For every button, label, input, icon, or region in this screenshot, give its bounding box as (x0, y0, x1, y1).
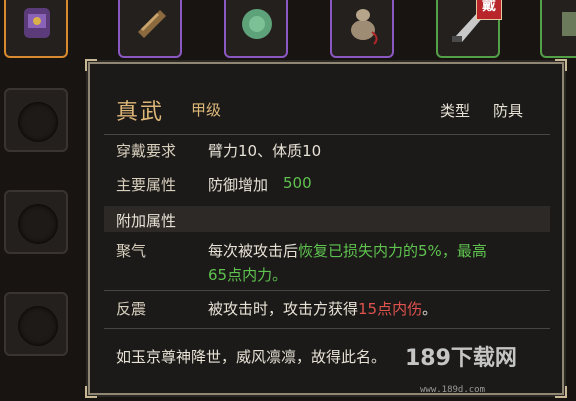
extra-attribute-desc: 每次被攻击后恢复已损失内力的5%，最高 (208, 240, 487, 261)
tooltip-corner (555, 386, 567, 398)
requirement-label: 穿戴要求 (116, 142, 177, 160)
inventory-slot-item[interactable] (540, 0, 576, 58)
divider (104, 290, 550, 291)
tooltip-corner (85, 386, 97, 398)
item-type-value: 防具 (493, 102, 524, 120)
extra-attribute-desc-part: 被攻击时，攻击方获得 (208, 300, 359, 318)
inventory-slot-scroll[interactable] (118, 0, 182, 58)
extra-attribute-desc-line2: 65点内力。 (208, 266, 288, 284)
inventory-slot-gourd[interactable] (330, 0, 394, 58)
tooltip-corner (555, 59, 567, 71)
inventory-slot-empty[interactable] (4, 292, 68, 356)
extra-attribute-name: 聚气 (116, 242, 147, 260)
extra-attribute-desc-highlight: 恢复已损失内力的5%，最高 (298, 242, 487, 260)
scroll-icon (138, 10, 166, 38)
extra-attributes-title: 附加属性 (116, 212, 177, 230)
requirement-value: 臂力10、体质10 (208, 142, 322, 160)
main-attribute-label: 主要属性 (116, 176, 177, 194)
item-type-label: 类型 (440, 102, 471, 120)
inventory-slot-empty[interactable] (4, 88, 68, 152)
extra-attribute-desc-highlight: 15点内伤 (358, 300, 423, 318)
divider (104, 328, 550, 329)
watermark-url: www.189d.com (420, 385, 486, 395)
main-attribute-text: 防御增加 (208, 176, 269, 194)
item-name: 真武 (116, 100, 165, 125)
inventory-slot-jade[interactable] (224, 0, 288, 58)
main-attribute-value: 500 (283, 174, 312, 192)
item-grade: 甲级 (191, 101, 222, 119)
gourd-icon (351, 9, 378, 45)
inventory-slot-armor[interactable] (4, 0, 68, 58)
extra-attribute-name: 反震 (116, 300, 147, 318)
inventory-slot-blade[interactable]: 戴 (436, 0, 502, 58)
watermark-logo: 189下载网 (405, 346, 517, 371)
equipped-badge: 戴 (476, 0, 502, 20)
item-icon (562, 12, 576, 36)
jade-icon (242, 9, 272, 39)
armor-icon (24, 8, 50, 38)
extra-attribute-desc-part: 每次被攻击后 (208, 242, 299, 260)
extra-attribute-desc: 被攻击时，攻击方获得15点内伤。 (208, 298, 437, 319)
inventory-slot-empty[interactable] (4, 190, 68, 254)
item-flavor-text: 如玉京尊神降世，威风凛凛，故得此名。 (116, 348, 387, 366)
divider (104, 134, 550, 135)
extra-attributes-header: 附加属性 (104, 206, 550, 232)
tooltip-corner (85, 59, 97, 71)
extra-attribute-desc-part: 。 (422, 300, 438, 318)
